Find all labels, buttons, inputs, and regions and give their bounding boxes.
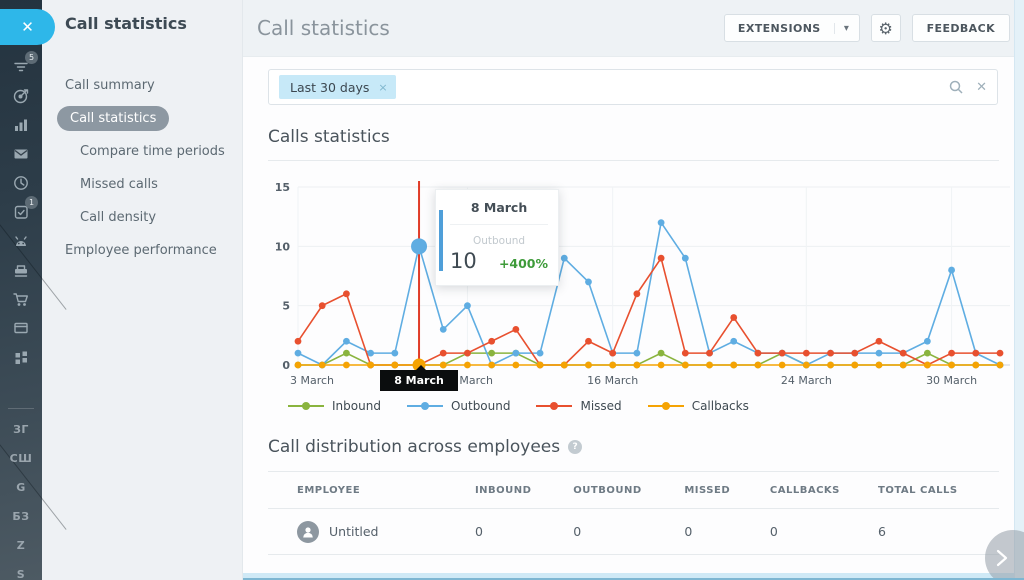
mail-icon[interactable] <box>0 139 42 168</box>
highlighted-axis-label: 8 March <box>380 370 458 391</box>
chip-close-icon[interactable]: × <box>378 81 387 94</box>
sidebar-item-call-density[interactable]: Call density <box>65 201 242 234</box>
clear-search-icon[interactable]: ✕ <box>976 80 987 95</box>
gear-icon[interactable]: ⚙ <box>871 14 901 42</box>
robot-icon[interactable] <box>0 226 42 255</box>
feedback-button[interactable]: FEEDBACK <box>912 14 1010 42</box>
main-content: Call statistics EXTENSIONS ▾ ⚙ FEEDBACK … <box>243 0 1024 580</box>
shortcut-item[interactable]: СШ <box>10 444 33 473</box>
legend-swatch <box>288 402 324 410</box>
table-header-row: EMPLOYEE INBOUND OUTBOUND MISSED CALLBAC… <box>268 472 999 509</box>
filter-chip-label: Last 30 days <box>290 80 369 95</box>
chart-canvas[interactable]: 0510153 March10 March16 March24 March30 … <box>268 177 1016 395</box>
filter-search-bar[interactable]: Last 30 days × ✕ <box>268 69 998 105</box>
help-icon[interactable]: ? <box>568 440 582 454</box>
vertical-scrollbar[interactable] <box>1014 0 1024 580</box>
section-divider <box>268 160 999 161</box>
cell-inbound: 0 <box>475 524 573 539</box>
employee-name: Untitled <box>329 524 378 539</box>
legend-item-missed[interactable]: Missed <box>536 399 621 413</box>
svg-text:15: 15 <box>275 181 290 194</box>
tooltip-series-label: Outbound <box>450 235 548 247</box>
cart-icon[interactable] <box>0 284 42 313</box>
calls-statistics-chart: 0510153 March10 March16 March24 March30 … <box>268 177 999 393</box>
cell-missed: 0 <box>684 524 770 539</box>
column-header-employee[interactable]: EMPLOYEE <box>268 485 475 496</box>
svg-text:24 March: 24 March <box>781 374 832 387</box>
legend-swatch <box>536 402 572 410</box>
icon-rail: ✕ 5 1 <box>0 0 42 580</box>
sidebar-item-missed-calls[interactable]: Missed calls <box>65 168 242 201</box>
extensions-label: EXTENSIONS <box>725 22 834 35</box>
legend-swatch <box>407 402 443 410</box>
shortcut-item[interactable]: Z <box>17 531 25 560</box>
column-header-outbound[interactable]: OUTBOUND <box>573 485 684 496</box>
table-row[interactable]: Untitled 0 0 0 0 6 — <box>268 509 999 555</box>
tooltip-delta: +400% <box>499 256 548 271</box>
legend-swatch <box>648 402 684 410</box>
cell-outbound: 0 <box>573 524 684 539</box>
sidebar-item-employee-performance[interactable]: Employee performance <box>65 234 242 267</box>
avatar <box>297 521 319 543</box>
legend-item-callbacks[interactable]: Callbacks <box>648 399 749 413</box>
shortcut-item[interactable]: S <box>17 560 25 580</box>
page-title: Call statistics <box>257 16 390 40</box>
table-section-title: Call distribution across employees <box>268 437 560 457</box>
chevron-down-icon[interactable]: ▾ <box>834 23 859 34</box>
apps-grid-icon[interactable] <box>0 342 42 371</box>
filter-chip[interactable]: Last 30 days × <box>279 75 396 99</box>
svg-text:5: 5 <box>282 300 290 313</box>
tasks-badge: 1 <box>25 196 38 209</box>
tooltip-date: 8 March <box>450 200 548 215</box>
column-header-callbacks[interactable]: CALLBACKS <box>770 485 878 496</box>
tasks-icon[interactable]: 1 <box>0 197 42 226</box>
svg-text:16 March: 16 March <box>587 374 638 387</box>
page-header: Call statistics EXTENSIONS ▾ ⚙ FEEDBACK <box>243 0 1024 57</box>
browser-window-icon[interactable] <box>0 313 42 342</box>
svg-text:0: 0 <box>282 359 290 372</box>
extensions-button[interactable]: EXTENSIONS ▾ <box>724 14 860 42</box>
sidebar-item-compare-time-periods[interactable]: Compare time periods <box>65 135 242 168</box>
cell-callbacks: 0 <box>770 524 878 539</box>
cell-total-calls: 6 <box>878 524 999 539</box>
sidebar-item-call-statistics[interactable]: Call statistics <box>57 106 169 131</box>
search-icon[interactable] <box>948 79 964 95</box>
goal-target-icon[interactable] <box>0 81 42 110</box>
legend-item-inbound[interactable]: Inbound <box>288 399 381 413</box>
shortcut-item[interactable]: БЗ <box>12 502 29 531</box>
bar-chart-icon[interactable] <box>0 110 42 139</box>
svg-text:3 March: 3 March <box>290 374 334 387</box>
legend-item-outbound[interactable]: Outbound <box>407 399 511 413</box>
tooltip-value: 10 <box>450 249 477 273</box>
filter-icon[interactable]: 5 <box>0 52 42 81</box>
column-header-total-calls[interactable]: TOTAL CALLS <box>878 485 999 496</box>
employee-table: EMPLOYEE INBOUND OUTBOUND MISSED CALLBAC… <box>268 471 999 555</box>
filter-badge: 5 <box>25 51 38 64</box>
shortcut-item[interactable]: ЗГ <box>13 415 29 444</box>
rail-divider <box>8 408 34 409</box>
close-icon[interactable]: ✕ <box>0 9 55 45</box>
sidebar-title: Call statistics <box>65 14 242 33</box>
chart-legend: Inbound Outbound Missed Callbacks <box>288 399 999 413</box>
chart-tooltip: 8 March Outbound 10 +400% <box>435 189 559 286</box>
svg-text:10: 10 <box>275 240 291 253</box>
sidebar: Call statistics Call summary Call statis… <box>42 0 243 580</box>
svg-text:30 March: 30 March <box>926 374 977 387</box>
shortcut-item[interactable]: G <box>16 473 26 502</box>
column-header-inbound[interactable]: INBOUND <box>475 485 573 496</box>
clock-icon[interactable] <box>0 168 42 197</box>
chart-section-title: Calls statistics <box>268 127 999 147</box>
cash-register-icon[interactable] <box>0 255 42 284</box>
sidebar-item-call-summary[interactable]: Call summary <box>65 69 242 102</box>
column-header-missed[interactable]: MISSED <box>684 485 770 496</box>
